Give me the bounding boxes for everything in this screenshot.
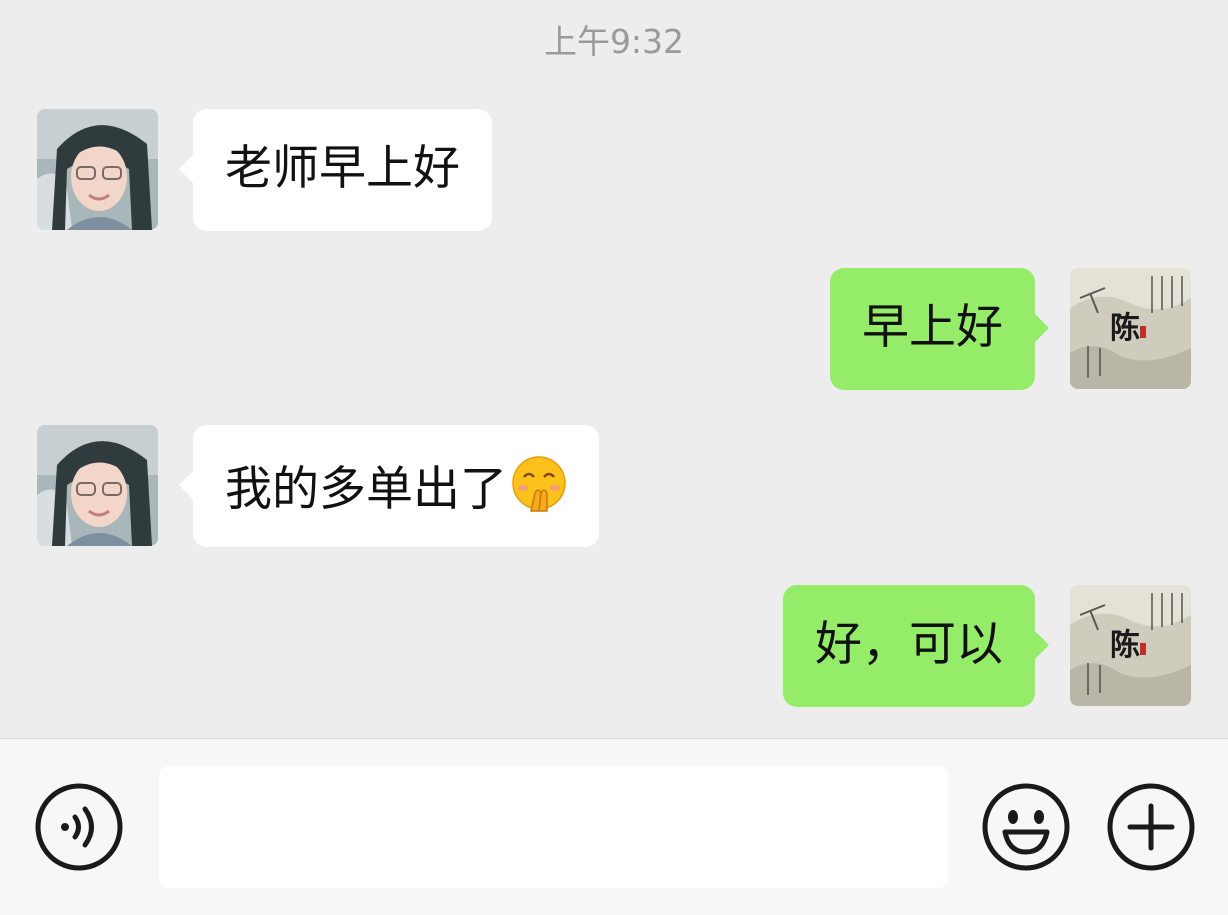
self-avatar[interactable]: 陈: [1070, 268, 1191, 389]
self-avatar-label: 陈: [1110, 311, 1140, 346]
chat-message-list[interactable]: 上午9:32 老师早上好 早上好 陈 我的多单出了 好，可以 陈: [0, 0, 1228, 738]
self-avatar-label: 陈: [1110, 628, 1140, 663]
outgoing-message-bubble[interactable]: 好，可以: [783, 585, 1049, 707]
message-timestamp: 上午9:32: [543, 22, 685, 61]
contact-avatar[interactable]: [37, 425, 158, 546]
message-text: 早上好: [862, 300, 1003, 355]
self-avatar[interactable]: 陈: [1070, 585, 1191, 706]
outgoing-message-bubble[interactable]: 早上好: [830, 268, 1049, 390]
message-input[interactable]: [159, 766, 948, 888]
incoming-message-bubble[interactable]: 我的多单出了: [179, 425, 599, 547]
chat-input-bar: [0, 738, 1228, 915]
incoming-message-bubble[interactable]: 老师早上好: [179, 109, 492, 231]
plus-icon[interactable]: [1106, 782, 1196, 872]
message-text: 好，可以: [815, 617, 1003, 672]
message-text: 我的多单出了: [225, 462, 507, 517]
shushing-face-emoji: [512, 456, 566, 512]
smiley-icon[interactable]: [981, 782, 1071, 872]
voice-icon[interactable]: [34, 782, 124, 872]
message-text: 老师早上好: [225, 141, 460, 196]
contact-avatar[interactable]: [37, 109, 158, 230]
